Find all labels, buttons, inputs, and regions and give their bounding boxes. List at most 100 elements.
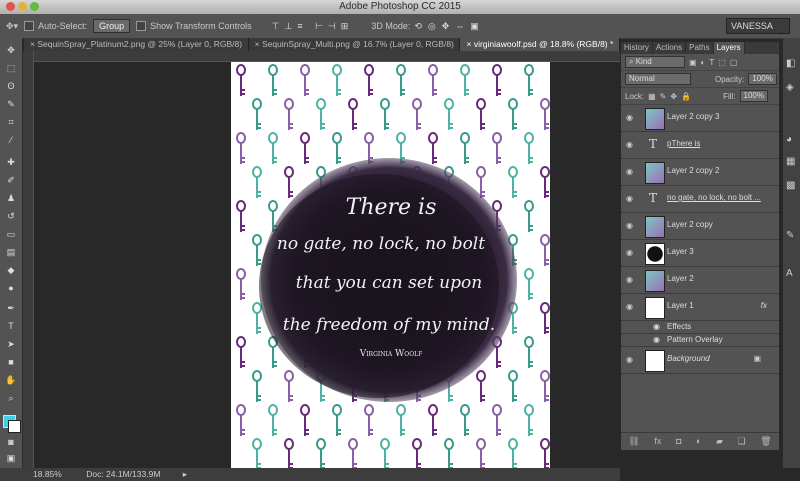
blend-mode-dropdown[interactable]: Normal [625, 73, 691, 85]
layer-row[interactable]: ◉ Layer 2 copy 3 [621, 105, 779, 132]
text-layer-icon: T [649, 191, 658, 205]
eye-icon[interactable]: ◉ [626, 355, 636, 365]
eye-icon[interactable]: ◉ [626, 275, 636, 285]
pattern-overlay-row[interactable]: ◉ Pattern Overlay [621, 334, 779, 347]
layers-icon[interactable]: ◈ [786, 82, 794, 93]
transform-toggle[interactable]: Show Transform Controls [136, 21, 252, 31]
eye-icon[interactable]: ◉ [626, 113, 636, 123]
tab-history[interactable]: History [621, 42, 653, 54]
crop-tool[interactable]: ⌗ [4, 116, 18, 129]
fill-field[interactable]: 100% [739, 90, 768, 102]
tab-sequinspray-platinum[interactable]: × SequinSpray_Platinum2.png @ 25% (Layer… [24, 38, 249, 51]
eye-icon[interactable]: ◉ [626, 302, 636, 312]
hand-tool[interactable]: ✋ [4, 374, 18, 387]
blur-tool[interactable]: ◆ [4, 264, 18, 277]
move-tool-preset[interactable]: ✥▾ [6, 21, 18, 32]
pen-tool[interactable]: ✒ [4, 302, 18, 315]
key-motif [492, 404, 502, 437]
quick-mask-icon[interactable]: ◙ [4, 436, 18, 449]
type-tool[interactable]: T [4, 320, 18, 333]
swatches-icon[interactable]: ▦ [786, 156, 795, 167]
align-icons[interactable]: ⊤⊥≡ ⊢⊣⊞ [272, 21, 354, 32]
delete-layer-icon[interactable]: 🗑 [760, 436, 771, 447]
key-motif [412, 98, 422, 131]
zoom-readout[interactable]: 18.85% [33, 469, 62, 479]
stamp-tool[interactable]: ♟ [4, 192, 18, 205]
adjustments-icon[interactable]: ◧ [786, 58, 795, 69]
brush-tool[interactable]: ✐ [4, 174, 18, 187]
link-layers-icon[interactable]: ⛓ [628, 436, 639, 447]
key-motif [252, 302, 262, 335]
eye-icon[interactable]: ◉ [626, 140, 636, 150]
layer-row[interactable]: ◉ T no gate, no lock, no bolt ... [621, 186, 779, 213]
eyedropper-tool[interactable]: ⁄ [4, 134, 18, 147]
path-select-tool[interactable]: ➤ [4, 338, 18, 351]
fx-badge[interactable]: fx [761, 301, 767, 310]
effects-row[interactable]: ◉ Effects [621, 321, 779, 334]
new-group-icon[interactable]: ▰ [716, 436, 723, 447]
shape-tool[interactable]: ■ [4, 356, 18, 369]
status-menu-arrow-icon[interactable]: ▸ [183, 469, 187, 479]
tab-sequinspray-multi[interactable]: × SequinSpray_Multi.png @ 16.7% (Layer 0… [249, 38, 461, 51]
layer-row[interactable]: ◉ T pThere is [621, 132, 779, 159]
layer-style-icon[interactable]: fx [654, 436, 661, 446]
workspace-switcher[interactable]: VANESSA [726, 18, 790, 34]
minimize-window-button[interactable] [18, 2, 27, 11]
layer-row[interactable]: ◉ Layer 2 copy 2 [621, 159, 779, 186]
background-layer-row[interactable]: ◉ Background ▣ [621, 347, 779, 374]
brushes-icon[interactable]: ✎ [786, 230, 794, 241]
layer-row[interactable]: ◉ Layer 1 fx [621, 294, 779, 321]
effects-eye-icon[interactable]: ◉ [653, 322, 660, 331]
auto-select-checkbox[interactable] [24, 21, 35, 31]
pattern-overlay-eye-icon[interactable]: ◉ [653, 335, 660, 344]
layer-name: Background [667, 354, 710, 363]
transform-checkbox[interactable] [136, 21, 147, 31]
zoom-tool[interactable]: ⌕ [4, 392, 18, 405]
dodge-tool[interactable]: ● [4, 282, 18, 295]
layer-row[interactable]: ◉ Layer 3 [621, 240, 779, 267]
tab-label: SequinSpray_Platinum2.png @ 25% (Layer 0… [37, 39, 243, 49]
layer-filter-row: ⌕ Kind ▣◐T⬚▢ [621, 54, 779, 71]
quick-select-tool[interactable]: ✎ [4, 98, 18, 111]
tab-virginiawoolf[interactable]: × virginiawoolf.psd @ 18.8% (RGB/8) * [460, 38, 621, 51]
styles-icon[interactable]: ▩ [786, 180, 795, 191]
layer-row[interactable]: ◉ Layer 2 copy [621, 213, 779, 240]
document-canvas[interactable]: There is no gate, no lock, no bolt that … [231, 62, 550, 468]
adjustment-layer-icon[interactable]: ◐ [696, 436, 701, 446]
kind-filter[interactable]: ⌕ Kind [625, 56, 685, 68]
new-layer-icon[interactable]: ❏ [738, 436, 746, 447]
layer-mask-icon[interactable]: ◘ [676, 436, 681, 446]
tab-layers[interactable]: Layers [713, 42, 745, 54]
eye-icon[interactable]: ◉ [626, 194, 636, 204]
lock-icon: ▣ [753, 354, 761, 363]
healing-tool[interactable]: ✚ [4, 156, 18, 169]
gradient-tool[interactable]: ▤ [4, 246, 18, 259]
tab-paths[interactable]: Paths [686, 42, 714, 54]
lock-icons[interactable]: ▦✎✥🔒 [648, 92, 695, 101]
character-icon[interactable]: A [786, 268, 793, 279]
eraser-tool[interactable]: ▭ [4, 228, 18, 241]
eye-icon[interactable]: ◉ [626, 167, 636, 177]
auto-select-toggle[interactable]: Auto-Select: [24, 21, 87, 31]
eye-icon[interactable]: ◉ [626, 248, 636, 258]
color-icon[interactable]: ◕ [786, 134, 792, 145]
background-color-swatch[interactable] [8, 420, 21, 433]
tab-actions[interactable]: Actions [653, 42, 687, 54]
filter-icons[interactable]: ▣◐T⬚▢ [689, 58, 741, 67]
canvas-area[interactable]: There is no gate, no lock, no bolt that … [34, 62, 620, 468]
auto-select-dropdown[interactable]: Group [93, 19, 131, 33]
layers-panel-group: History Actions Paths Layers ⌕ Kind ▣◐T⬚… [621, 42, 779, 450]
layer-row[interactable]: ◉ Layer 2 [621, 267, 779, 294]
mode-3d-icons[interactable]: ⟲◎✥⇔▣ [414, 21, 484, 32]
close-window-button[interactable] [6, 2, 15, 11]
opacity-field[interactable]: 100% [748, 73, 777, 85]
move-tool[interactable]: ✥ [4, 44, 18, 57]
zoom-window-button[interactable] [30, 2, 39, 11]
eye-icon[interactable]: ◉ [626, 221, 636, 231]
marquee-tool[interactable]: ⬚ [4, 62, 18, 75]
opacity-label: Opacity: [715, 74, 745, 84]
history-brush-tool[interactable]: ↺ [4, 210, 18, 223]
screen-mode-icon[interactable]: ▣ [4, 452, 18, 465]
lasso-tool[interactable]: ʘ [4, 80, 18, 93]
key-motif [236, 404, 246, 437]
